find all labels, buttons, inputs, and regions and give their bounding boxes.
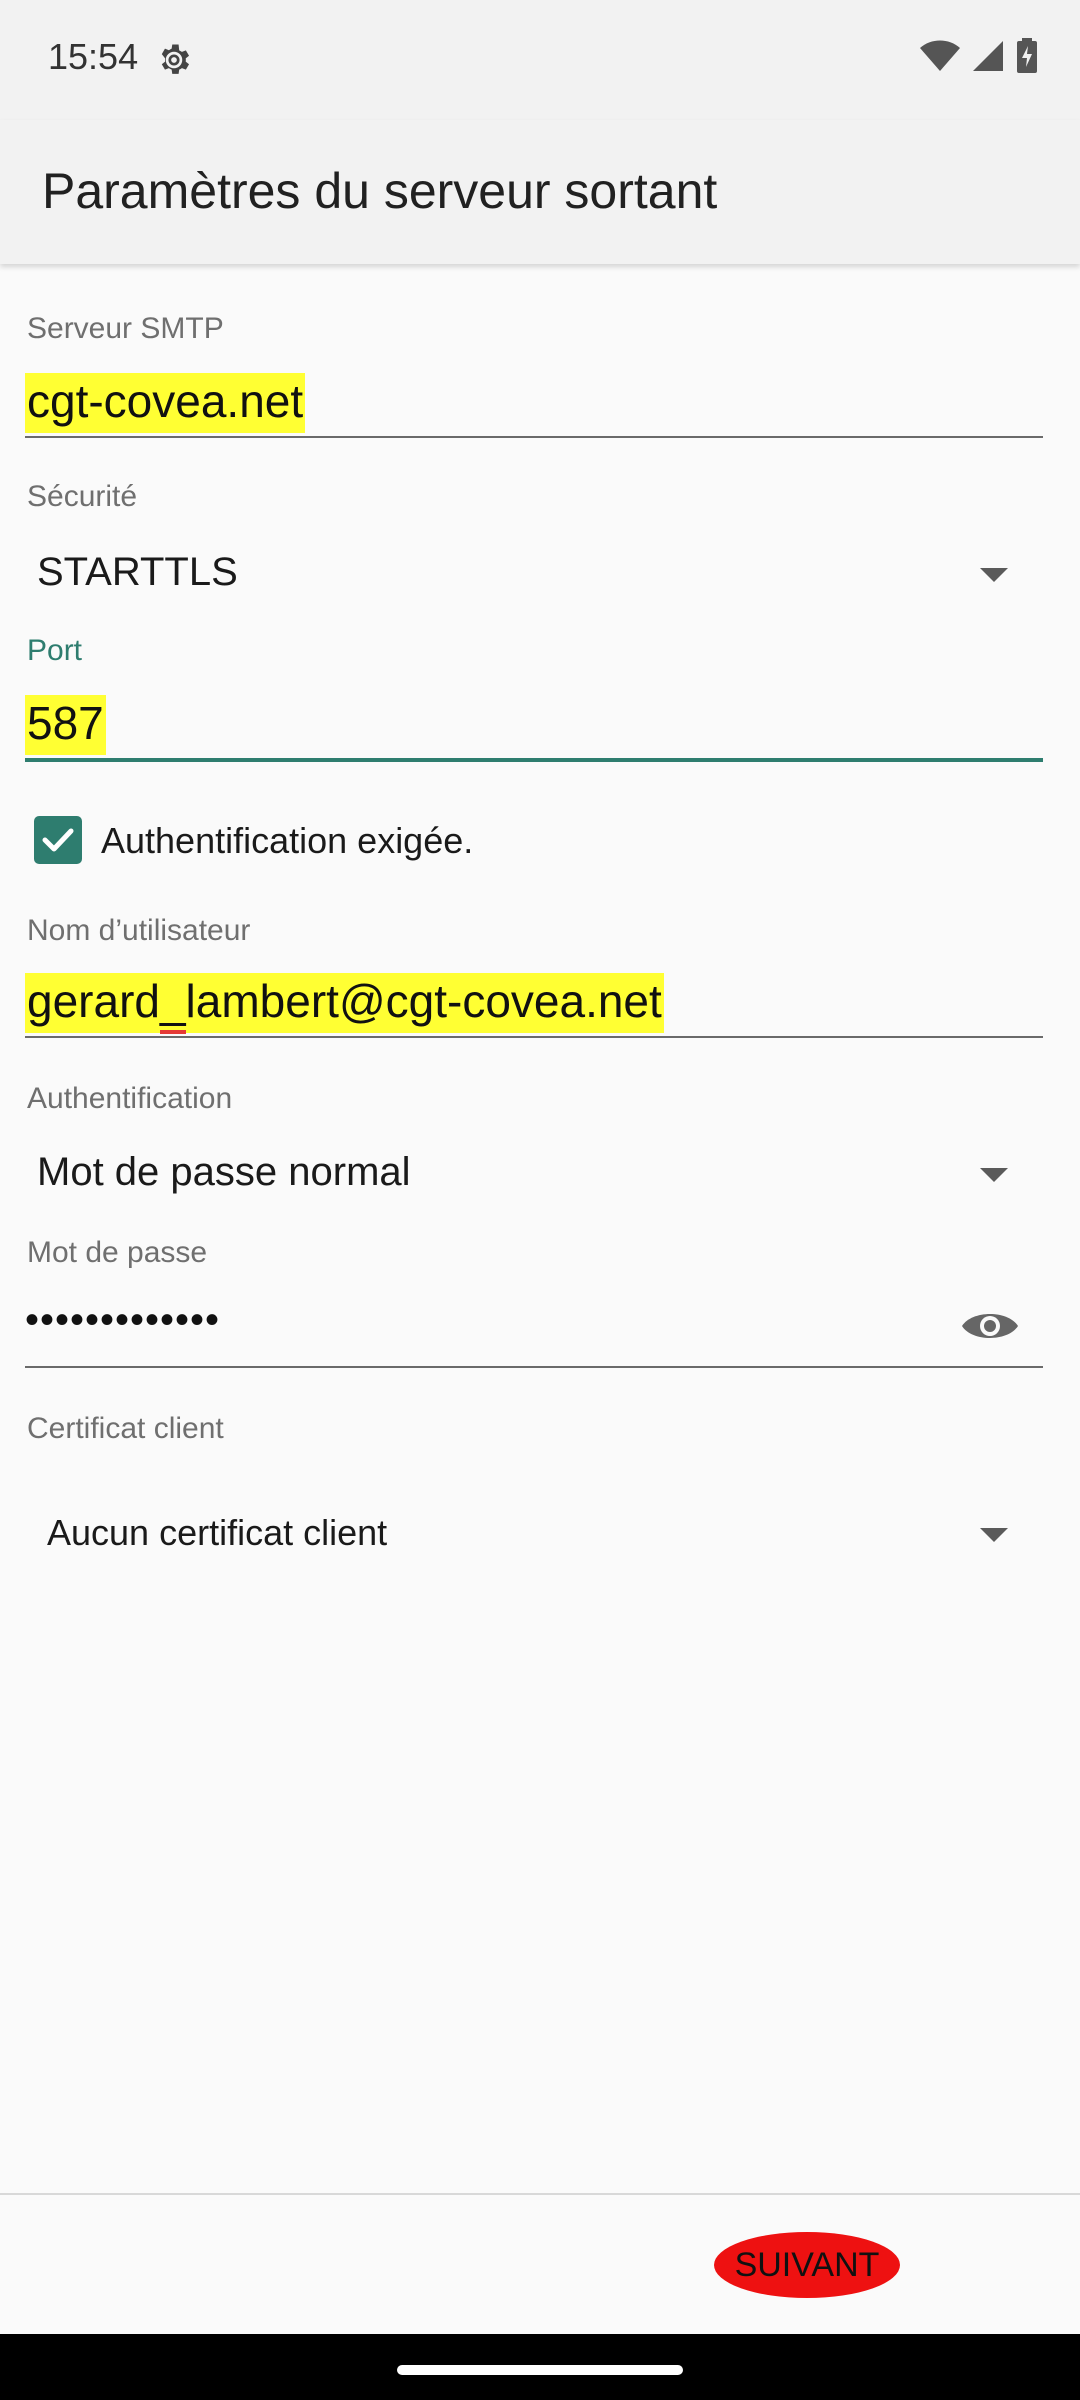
security-dropdown[interactable]: STARTTLS xyxy=(25,540,1043,610)
smtp-server-input[interactable]: cgt-covea.net xyxy=(25,373,306,433)
app-bar: Paramètres du serveur sortant xyxy=(0,120,1080,264)
security-label: Sécurité xyxy=(27,480,138,513)
port-underline xyxy=(25,758,1043,762)
password-underline xyxy=(25,1366,1043,1368)
username-label: Nom d’utilisateur xyxy=(27,914,251,947)
security-value: STARTTLS xyxy=(37,550,238,594)
username-value: gerard_lambert@cgt-covea.net xyxy=(25,973,664,1033)
battery-charging-icon xyxy=(1017,38,1037,73)
username-input[interactable]: gerard_lambert@cgt-covea.net xyxy=(25,973,664,1033)
smtp-server-value: cgt-covea.net xyxy=(25,373,306,433)
check-icon xyxy=(42,828,74,852)
port-label: Port xyxy=(27,634,83,667)
signal-icon xyxy=(973,41,1003,71)
authentication-dropdown[interactable]: Mot de passe normal xyxy=(25,1140,1043,1210)
client-certificate-dropdown[interactable]: Aucun certificat client xyxy=(25,1496,1043,1572)
page-title: Paramètres du serveur sortant xyxy=(42,163,718,219)
dropdown-caret-icon xyxy=(980,1528,1008,1542)
status-icons xyxy=(920,38,1038,74)
port-value: 587 xyxy=(25,695,106,755)
next-button[interactable]: SUIVANT xyxy=(714,2232,900,2298)
spellcheck-underline xyxy=(160,1030,186,1034)
smtp-server-underline xyxy=(25,436,1043,438)
auth-required-label[interactable]: Authentification exigée. xyxy=(101,820,473,862)
username-underline xyxy=(25,1036,1043,1038)
eye-icon[interactable] xyxy=(960,1306,1020,1346)
bottom-divider xyxy=(0,2193,1080,2195)
client-certificate-value: Aucun certificat client xyxy=(47,1512,388,1553)
auth-required-checkbox[interactable] xyxy=(34,816,82,864)
password-label: Mot de passe xyxy=(27,1236,208,1269)
client-certificate-label: Certificat client xyxy=(27,1412,224,1445)
wifi-icon xyxy=(920,40,960,71)
password-input[interactable]: ••••••••••••• xyxy=(25,1300,220,1340)
status-bar: 15:54 xyxy=(0,0,1080,120)
dropdown-caret-icon xyxy=(980,1168,1008,1182)
authentication-value: Mot de passe normal xyxy=(37,1150,411,1194)
status-time: 15:54 xyxy=(48,36,139,77)
authentication-label: Authentification xyxy=(27,1082,233,1115)
smtp-server-label: Serveur SMTP xyxy=(27,312,224,345)
home-gesture-handle[interactable] xyxy=(397,2365,683,2375)
dropdown-caret-icon xyxy=(980,568,1008,582)
port-input[interactable]: 587 xyxy=(25,695,106,755)
gear-icon xyxy=(161,44,190,74)
